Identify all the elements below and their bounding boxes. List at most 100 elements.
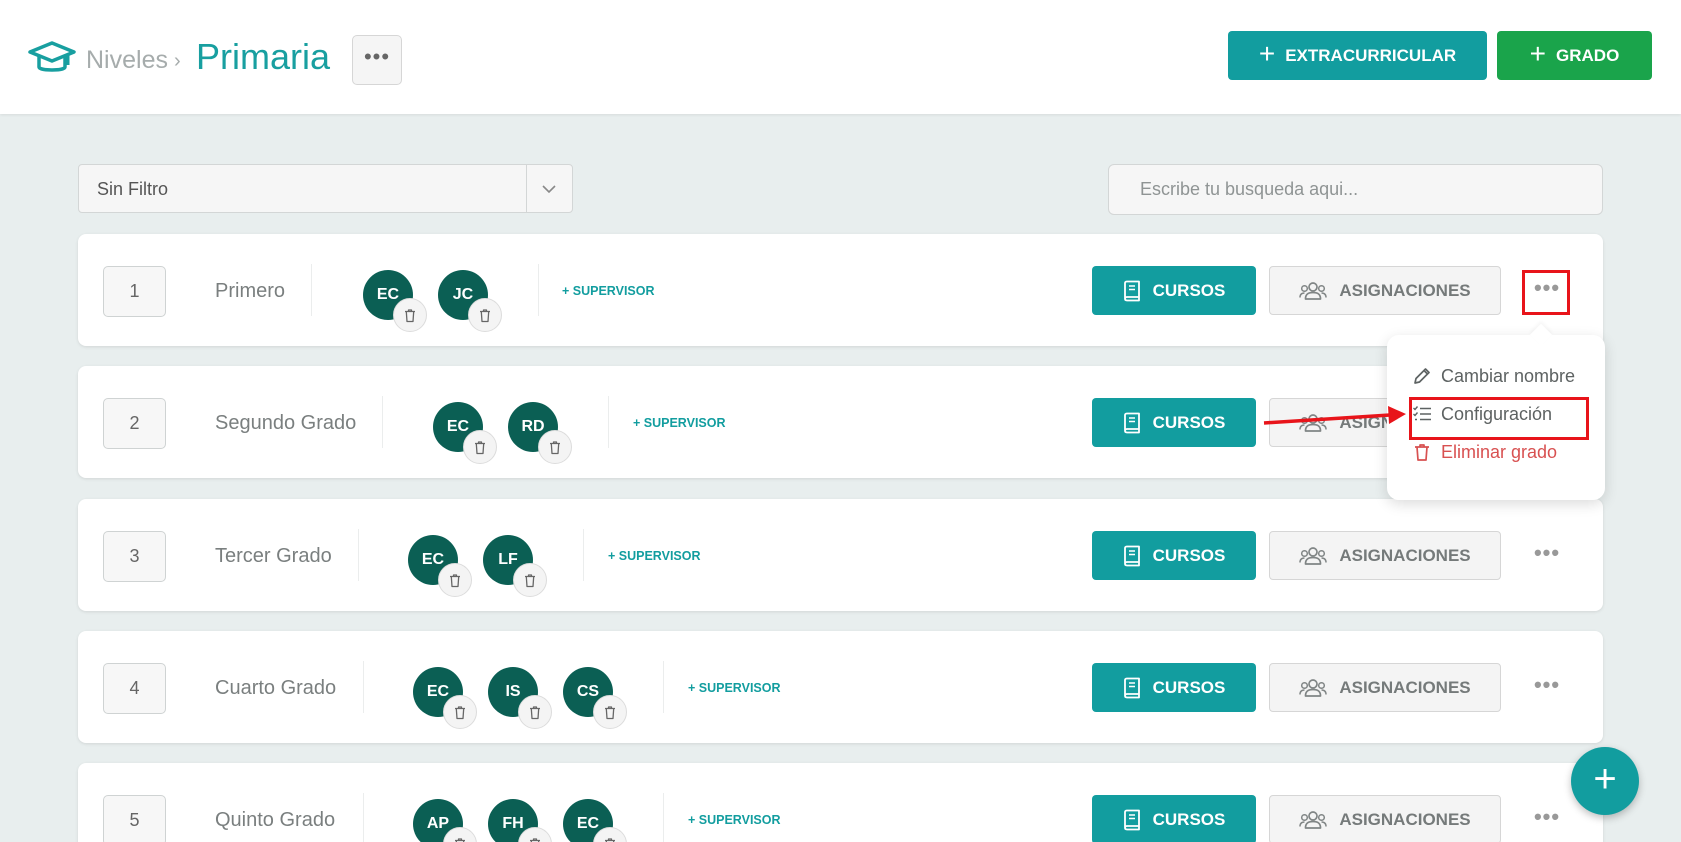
add-grado-label: GRADO <box>1556 45 1620 65</box>
trash-icon <box>455 705 465 719</box>
asignaciones-button[interactable]: ASIGNACIONES <box>1269 795 1501 842</box>
add-supervisor-link[interactable]: + SUPERVISOR <box>633 416 726 430</box>
plus-icon: + <box>1593 757 1617 801</box>
grade-row: 1 Primero EC JC + SUPERVISOR CURSOS ASIGNACION… <box>78 234 1603 346</box>
row-divider <box>363 661 364 713</box>
row-divider <box>608 396 609 448</box>
users-icon <box>1299 678 1328 697</box>
graduation-cap-icon <box>28 41 76 72</box>
asignaciones-label: ASIGNACIONES <box>1339 280 1471 300</box>
add-supervisor-link[interactable]: + SUPERVISOR <box>688 813 781 827</box>
asignaciones-label: ASIGNACIONES <box>1339 809 1471 829</box>
filter-select-value: Sin Filtro <box>97 179 169 199</box>
row-divider <box>663 793 664 842</box>
grade-number: 3 <box>103 531 166 582</box>
add-supervisor-link[interactable]: + SUPERVISOR <box>688 681 781 695</box>
users-icon <box>1299 810 1328 829</box>
users-icon <box>1299 281 1328 300</box>
grade-number: 1 <box>103 266 166 317</box>
add-extracurricular-button[interactable]: + EXTRACURRICULAR <box>1228 31 1487 80</box>
trash-icon <box>550 440 560 454</box>
add-supervisor-link[interactable]: + SUPERVISOR <box>608 549 701 563</box>
breadcrumb-root-link[interactable]: Niveles <box>86 46 168 75</box>
trash-icon <box>525 573 535 587</box>
grade-row: 3 Tercer Grado EC LF + SUPERVISOR CURSOS ASIGN… <box>78 499 1603 611</box>
row-divider <box>583 529 584 581</box>
select-divider <box>526 165 527 212</box>
annotation-arrow-icon <box>1263 406 1406 425</box>
cursos-label: CURSOS <box>1152 412 1226 432</box>
grade-name: Primero <box>215 280 286 302</box>
cursos-button[interactable]: CURSOS <box>1092 266 1256 315</box>
plus-icon: + <box>1258 38 1276 69</box>
asignaciones-button[interactable]: ASIGNACIONES <box>1269 663 1501 712</box>
trash-icon <box>405 308 415 322</box>
remove-supervisor-button[interactable] <box>393 298 427 332</box>
remove-supervisor-button[interactable] <box>438 563 472 597</box>
chevron-down-icon[interactable] <box>541 182 557 196</box>
remove-supervisor-button[interactable] <box>538 430 572 464</box>
trash-icon <box>455 837 465 842</box>
add-grado-button[interactable]: + GRADO <box>1497 31 1652 80</box>
users-icon <box>1299 546 1328 565</box>
filter-select[interactable]: Sin Filtro <box>78 164 573 213</box>
page-title: Primaria <box>196 36 331 77</box>
search-input[interactable] <box>1108 164 1603 215</box>
highlight-more-button <box>1522 270 1570 315</box>
book-icon <box>1123 677 1140 698</box>
cursos-button[interactable]: CURSOS <box>1092 663 1256 712</box>
book-icon <box>1123 545 1140 566</box>
menu-item-delete[interactable]: Eliminar grado <box>1412 440 1557 464</box>
row-more-button[interactable]: ••• <box>1525 535 1569 575</box>
trash-icon <box>450 573 460 587</box>
cursos-label: CURSOS <box>1152 809 1226 829</box>
remove-supervisor-button[interactable] <box>518 695 552 729</box>
grade-name: Segundo Grado <box>215 412 357 434</box>
cursos-button[interactable]: CURSOS <box>1092 398 1256 447</box>
grade-number: 5 <box>103 795 166 842</box>
row-divider <box>382 396 383 448</box>
book-icon <box>1123 412 1140 433</box>
add-supervisor-link[interactable]: + SUPERVISOR <box>562 284 655 298</box>
breadcrumb-separator: › <box>174 50 181 72</box>
trash-icon <box>1415 444 1429 461</box>
grade-name: Cuarto Grado <box>215 677 337 699</box>
more-icon: ••• <box>363 44 391 69</box>
more-icon: ••• <box>1533 804 1561 829</box>
cursos-label: CURSOS <box>1152 545 1226 565</box>
highlight-config-item <box>1409 397 1589 440</box>
trash-icon <box>480 308 490 322</box>
cursos-label: CURSOS <box>1152 677 1226 697</box>
cursos-button[interactable]: CURSOS <box>1092 531 1256 580</box>
fab-add-button[interactable]: + <box>1571 747 1639 815</box>
asignaciones-button[interactable]: ASIGNACIONES <box>1269 531 1501 580</box>
menu-item-rename[interactable]: Cambiar nombre <box>1412 364 1575 388</box>
plus-icon: + <box>1529 38 1547 69</box>
row-more-button[interactable]: ••• <box>1525 667 1569 707</box>
trash-icon <box>605 837 615 842</box>
grade-row: 5 Quinto Grado AP FH EC + SUPERVISOR CURSOS ASI… <box>78 763 1603 842</box>
book-icon <box>1123 280 1140 301</box>
book-icon <box>1123 809 1140 830</box>
row-more-button[interactable]: ••• <box>1525 799 1569 839</box>
grade-name: Tercer Grado <box>215 545 332 567</box>
more-icon: ••• <box>1533 540 1561 565</box>
pencil-icon <box>1414 368 1430 384</box>
cursos-label: CURSOS <box>1152 280 1226 300</box>
remove-supervisor-button[interactable] <box>593 695 627 729</box>
remove-supervisor-button[interactable] <box>468 298 502 332</box>
grade-name: Quinto Grado <box>215 809 336 831</box>
remove-supervisor-button[interactable] <box>513 563 547 597</box>
more-icon: ••• <box>1533 672 1561 697</box>
menu-item-delete-label: Eliminar grado <box>1441 441 1558 462</box>
header-more-button[interactable]: ••• <box>352 35 402 85</box>
remove-supervisor-button[interactable] <box>443 695 477 729</box>
row-divider <box>358 529 359 581</box>
remove-supervisor-button[interactable] <box>463 430 497 464</box>
grade-number: 2 <box>103 398 166 449</box>
asignaciones-button[interactable]: ASIGNACIONES <box>1269 266 1501 315</box>
asignaciones-label: ASIGNACIONES <box>1339 545 1471 565</box>
row-divider <box>663 661 664 713</box>
cursos-button[interactable]: CURSOS <box>1092 795 1256 842</box>
trash-icon <box>530 837 540 842</box>
